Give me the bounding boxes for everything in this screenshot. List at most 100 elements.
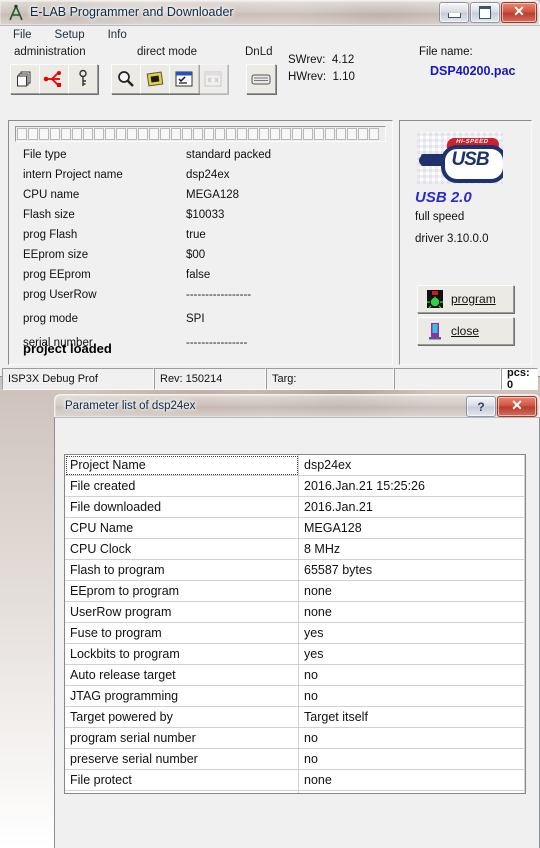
info-row-key: Flash size [23,209,75,221]
status-blank [394,368,501,390]
progress-cell [17,128,27,140]
chip-button[interactable] [140,64,170,94]
param-value: none [298,790,525,793]
close-button[interactable]: ✕ [501,2,537,23]
info-row-key: prog mode [23,313,78,325]
close-icon: ✕ [513,4,525,20]
checklist-button[interactable] [169,64,199,94]
table-row[interactable]: Auto release target no [65,664,525,686]
info-row-key: prog Flash [23,229,78,241]
param-key: CPU Name [65,517,299,539]
download-button[interactable] [246,64,276,94]
toolbar-group-label-administration: administration [14,46,86,58]
main-window-titlebar[interactable]: E-LAB Programmer and Downloader ✕ [0,0,540,25]
param-value: none [298,580,525,602]
checklist-window-icon [174,70,194,88]
info-row-value: dsp24ex [186,169,230,181]
menu-setup[interactable]: Setup [52,28,88,42]
usb-panel: HI-SPEED USB USB 2.0 full speed driver 3… [399,120,532,365]
table-row[interactable]: CPU Clock 8 MHz [65,538,525,560]
progress-cell [50,128,60,140]
table-row[interactable]: JTAG programming no [65,685,525,707]
table-row[interactable]: File downloaded 2016.Jan.21 [65,496,525,518]
program-button[interactable]: program [417,285,514,313]
info-row-value: true [186,229,206,241]
progress-cell [171,128,181,140]
table-row[interactable]: program serial number no [65,727,525,749]
table-row[interactable]: EEprom to program none [65,580,525,602]
table-row[interactable]: File created 2016.Jan.21 15:25:26 [65,475,525,497]
minimize-button[interactable] [439,2,469,23]
inspect-button[interactable] [111,64,141,94]
dialog-window-controls: ? ✕ [465,396,537,417]
key-icon [75,69,91,89]
question-icon: ? [477,399,485,414]
hw-rev-label: HWrev: 1.10 [288,71,355,83]
key-button[interactable] [68,64,98,94]
param-value: none [298,601,525,623]
param-key: JTAG programming [65,685,299,707]
table-row[interactable]: Quantity limitnone [65,790,525,793]
progress-cell [83,128,93,140]
close-usb-button[interactable]: close [417,317,514,345]
table-row[interactable]: preserve serial number no [65,748,525,770]
menu-info[interactable]: Info [105,28,130,42]
progress-cell [182,128,192,140]
param-key: Fuse to program [65,622,299,644]
table-row[interactable]: Flash to program 65587 bytes [65,559,525,581]
exit-door-icon [427,322,443,340]
table-row[interactable]: UserRow program none [65,601,525,623]
table-row[interactable]: Fuse to program yes [65,622,525,644]
parameter-table-wrapper[interactable]: Project Name dsp24ex File created 2016.Jan.… [64,454,526,794]
menu-file[interactable]: File [10,28,35,42]
toolbar-group-label-dnld: DnLd [245,46,273,58]
info-row-value: ---------------- [186,337,248,349]
info-row-value: SPI [186,313,205,325]
file-name-label: File name: [419,46,473,58]
progress-cell [347,128,357,140]
info-row-key: prog EEprom [23,269,91,281]
dialog-close-button[interactable]: ✕ [497,396,537,417]
toolbar-group-label-direct-mode: direct mode [137,46,198,58]
status-target: Targ: [266,368,394,390]
progress-cell [237,128,247,140]
table-row[interactable]: File protect none [65,769,525,791]
param-key: File downloaded [65,496,299,518]
progress-cell [39,128,49,140]
usb-driver-text: driver 3.10.0.0 [415,233,489,245]
progress-cell [94,128,104,140]
param-value: no [298,685,525,707]
table-row[interactable]: Lockbits to program yes [65,643,525,665]
table-row[interactable]: Project Name dsp24ex [65,455,525,476]
dialog-titlebar[interactable]: Parameter list of dsp24ex ? ✕ [54,394,540,417]
dialog-body: Project Name dsp24ex File created 2016.Jan.… [54,417,540,848]
program-button-label: program [451,292,496,306]
param-key: File created [65,475,299,497]
parameter-table: Project Name dsp24ex File created 2016.Jan.… [65,455,525,793]
copy-projects-button[interactable] [10,64,40,94]
file-name-value: DSP40200.pac [430,64,516,78]
close-usb-button-label: close [451,324,480,338]
progress-cell [193,128,203,140]
progress-cell [281,128,291,140]
usb-trident-icon [43,69,65,89]
progress-cell [215,128,225,140]
maximize-button[interactable] [470,2,500,23]
param-value: no [298,748,525,770]
progress-cell [325,128,335,140]
info-row-value: standard packed [186,149,272,161]
info-row-value: ----------------- [186,289,252,301]
help-button[interactable]: ? [466,396,496,417]
sw-rev-label: SWrev: 4.12 [288,54,355,66]
progress-cell [358,128,368,140]
progress-cell [303,128,313,140]
usb-connect-button[interactable] [39,64,69,94]
chip-icon [144,69,166,89]
progress-cell [105,128,115,140]
usb-speed-text: full speed [415,211,465,223]
param-value: 2016.Jan.21 [298,496,525,518]
parameter-list-dialog: Parameter list of dsp24ex ? ✕ Project Na… [54,394,540,848]
screen: E-LAB Programmer and Downloader ✕ File S… [0,0,540,848]
table-row[interactable]: CPU Name MEGA128 [65,517,525,539]
table-row[interactable]: Target powered by Target itself [65,706,525,728]
